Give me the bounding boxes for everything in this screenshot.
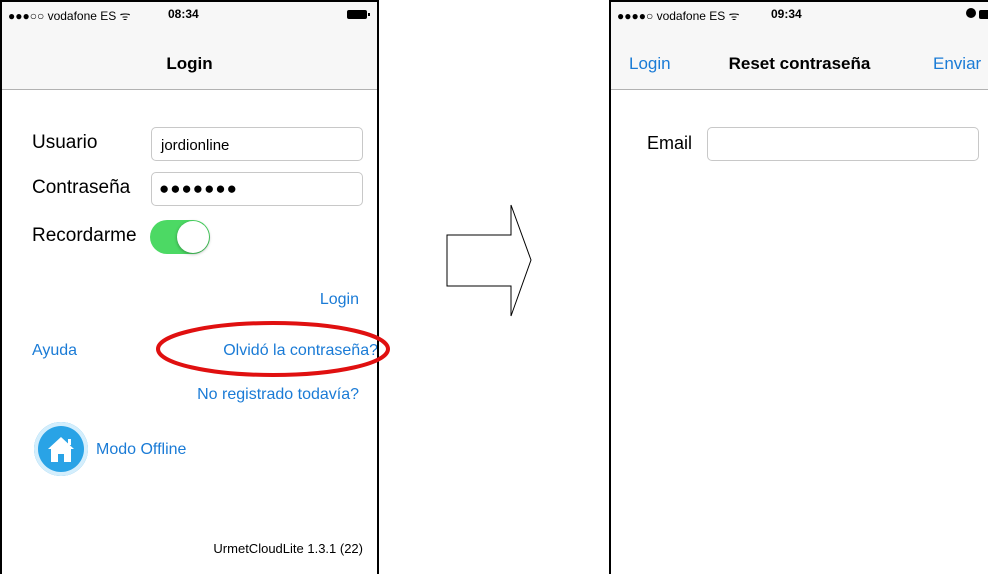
send-button[interactable]: Enviar (933, 54, 981, 74)
password-value: ●●●●●●● (159, 179, 238, 198)
username-field[interactable]: jordionline (151, 127, 363, 161)
forgot-password-link[interactable]: Olvidó la contraseña? (223, 342, 377, 360)
navigation-bar: Login Reset contraseña Enviar (611, 26, 988, 90)
username-value: jordionline (161, 137, 230, 154)
nav-title: Login (166, 54, 213, 73)
arrow-right-icon (446, 204, 532, 317)
status-bar: ●●●●○ vodafone ES ᯤ 09:34 (611, 2, 988, 26)
remember-label: Recordarme (32, 225, 137, 246)
carrier-signal: ●●●○○ vodafone ES ᯤ (8, 9, 131, 23)
register-link[interactable]: No registrado todavía? (197, 386, 359, 404)
status-time: 09:34 (771, 7, 802, 21)
toggle-knob (177, 221, 209, 253)
login-link[interactable]: Login (320, 291, 359, 309)
help-link[interactable]: Ayuda (32, 342, 77, 360)
status-bar: ●●●○○ vodafone ES ᯤ 08:34 (2, 2, 377, 26)
battery-icon (347, 10, 370, 19)
remember-toggle[interactable] (150, 220, 210, 254)
navigation-bar: Login (2, 26, 377, 90)
carrier-signal: ●●●●○ vodafone ES ᯤ (617, 9, 740, 23)
login-screen: ●●●○○ vodafone ES ᯤ 08:34 Login Usuario … (0, 0, 379, 574)
offline-mode-link[interactable]: Modo Offline (96, 441, 186, 459)
email-field[interactable] (707, 127, 979, 161)
password-label: Contraseña (32, 177, 131, 198)
nav-title: Reset contraseña (728, 54, 871, 73)
status-time: 08:34 (168, 7, 199, 21)
reset-password-screen: ●●●●○ vodafone ES ᯤ 09:34 Login Reset co… (609, 0, 988, 574)
battery-icon (979, 10, 988, 19)
username-label: Usuario (32, 132, 98, 153)
app-version: UrmetCloudLite 1.3.1 (22) (213, 541, 363, 556)
alarm-icon (966, 8, 976, 18)
password-field[interactable]: ●●●●●●● (151, 172, 363, 206)
email-label: Email (647, 133, 693, 153)
home-icon[interactable] (34, 422, 88, 476)
